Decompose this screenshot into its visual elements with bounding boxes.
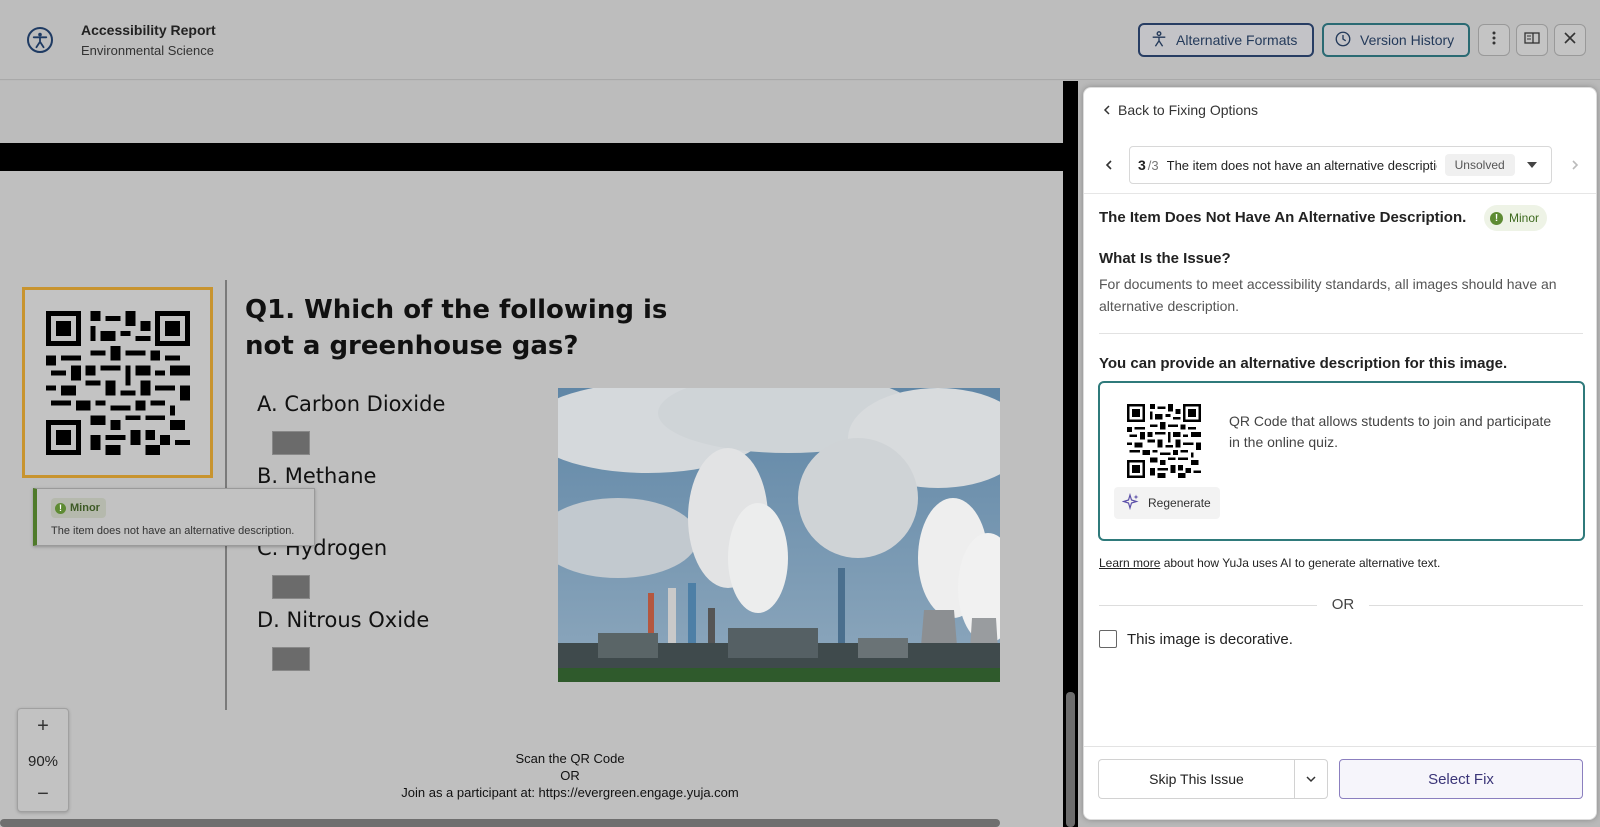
issue-current-number: 3 bbox=[1138, 157, 1146, 173]
footer-line-3: Join as a participant at: https://evergr… bbox=[401, 785, 739, 800]
issue-select[interactable]: 3 /3 The item does not have an alternati… bbox=[1129, 146, 1552, 184]
panel-toggle-button[interactable] bbox=[1516, 24, 1548, 56]
panel-footer: Skip This Issue Select Fix bbox=[1084, 746, 1596, 819]
issue-title: The Item Does Not Have An Alternative De… bbox=[1099, 209, 1467, 226]
app-header: Accessibility Report Environmental Scien… bbox=[0, 0, 1600, 80]
qr-code-image-highlighted[interactable] bbox=[22, 287, 213, 478]
select-fix-button[interactable]: Select Fix bbox=[1339, 759, 1583, 799]
report-title: Accessibility Report bbox=[81, 22, 216, 38]
severity-pill: ! Minor bbox=[1484, 205, 1548, 231]
panel-toggle-icon bbox=[1524, 30, 1540, 51]
or-label: OR bbox=[1331, 596, 1355, 613]
back-to-fixing-options[interactable]: Back to Fixing Options bbox=[1102, 102, 1258, 118]
answer-box-a[interactable] bbox=[272, 431, 310, 455]
zoom-level: 90% bbox=[27, 753, 59, 770]
issue-select-text: The item does not have an alternative de… bbox=[1166, 157, 1437, 173]
zoom-in-button[interactable]: + bbox=[18, 715, 68, 738]
skip-issue-button[interactable]: Skip This Issue bbox=[1098, 759, 1294, 799]
accessibility-icon bbox=[27, 27, 53, 53]
minor-severity-icon: ! bbox=[55, 502, 66, 514]
chevron-left-icon bbox=[1102, 102, 1112, 118]
provide-description-heading: You can provide an alternative descripti… bbox=[1099, 355, 1508, 372]
severity-label: Minor bbox=[70, 502, 100, 514]
qr-code-icon bbox=[45, 310, 190, 455]
question-text: Q1. Which of the following is not a gree… bbox=[245, 295, 668, 361]
version-history-icon bbox=[1334, 30, 1352, 51]
option-a: A. Carbon Dioxide bbox=[257, 392, 446, 416]
answer-box-c[interactable] bbox=[272, 575, 310, 599]
decorative-option[interactable]: This image is decorative. bbox=[1099, 630, 1293, 648]
divider bbox=[1099, 333, 1583, 334]
or-line-right bbox=[1369, 605, 1583, 606]
more-options-button[interactable] bbox=[1478, 24, 1510, 56]
skip-options-dropdown[interactable] bbox=[1294, 759, 1328, 799]
vertical-scrollbar[interactable] bbox=[1066, 692, 1075, 827]
more-icon bbox=[1486, 30, 1502, 51]
chevron-right-icon bbox=[1572, 160, 1579, 170]
what-is-issue-heading: What Is the Issue? bbox=[1099, 250, 1231, 267]
zoom-control: + 90% − bbox=[17, 708, 69, 812]
regenerate-label: Regenerate bbox=[1148, 496, 1211, 510]
close-button[interactable] bbox=[1554, 24, 1586, 56]
report-subtitle: Environmental Science bbox=[81, 43, 214, 58]
decorative-checkbox[interactable] bbox=[1099, 630, 1117, 648]
close-icon bbox=[1562, 30, 1578, 51]
option-b: B. Methane bbox=[257, 464, 377, 488]
learn-more-rest: about how YuJa uses AI to generate alter… bbox=[1160, 556, 1441, 570]
fix-panel: Back to Fixing Options 3 /3 The item doe… bbox=[1083, 87, 1597, 820]
back-label: Back to Fixing Options bbox=[1118, 102, 1259, 118]
issue-tooltip: ! Minor The item does not have an altern… bbox=[33, 488, 315, 546]
factory-smoke-photo[interactable] bbox=[558, 388, 1000, 682]
issue-total: /3 bbox=[1147, 157, 1159, 173]
chevron-down-icon bbox=[1526, 162, 1537, 168]
learn-more-link[interactable]: Learn more bbox=[1099, 556, 1160, 570]
issue-navigator: 3 /3 The item does not have an alternati… bbox=[1084, 146, 1596, 184]
regenerate-button[interactable]: Regenerate bbox=[1114, 487, 1220, 519]
footer-line-2: OR bbox=[560, 768, 580, 783]
sparkle-icon bbox=[1121, 492, 1140, 514]
alternative-formats-label: Alternative Formats bbox=[1176, 32, 1298, 48]
answer-box-d[interactable] bbox=[272, 647, 310, 671]
alt-text-editor[interactable]: Regenerate QR Code that allows students … bbox=[1098, 381, 1585, 541]
alt-text-value[interactable]: QR Code that allows students to join and… bbox=[1229, 411, 1559, 453]
divider bbox=[1084, 193, 1596, 194]
next-issue-button[interactable] bbox=[1560, 146, 1590, 184]
chevron-down-icon bbox=[1306, 776, 1316, 783]
minor-severity-icon: ! bbox=[1490, 211, 1503, 225]
issue-status-badge: Unsolved bbox=[1444, 154, 1515, 176]
severity-pill-label: Minor bbox=[1509, 211, 1540, 225]
chevron-left-icon bbox=[1105, 160, 1112, 170]
tooltip-message: The item does not have an alternative de… bbox=[51, 525, 295, 537]
learn-more-text: Learn more about how YuJa uses AI to gen… bbox=[1099, 556, 1440, 570]
page-separator bbox=[0, 143, 1063, 171]
decorative-label: This image is decorative. bbox=[1127, 630, 1293, 648]
previous-issue-button[interactable] bbox=[1094, 146, 1124, 184]
qr-code-icon bbox=[1127, 404, 1201, 478]
option-d: D. Nitrous Oxide bbox=[257, 608, 430, 632]
document-page-top bbox=[0, 81, 1063, 143]
alternative-formats-icon bbox=[1150, 30, 1168, 51]
zoom-out-button[interactable]: − bbox=[18, 783, 68, 806]
what-is-issue-body: For documents to meet accessibility stan… bbox=[1099, 276, 1557, 314]
or-line-left bbox=[1099, 605, 1317, 606]
footer-line-1: Scan the QR Code bbox=[515, 751, 625, 766]
horizontal-scrollbar[interactable] bbox=[0, 819, 1000, 827]
version-history-label: Version History bbox=[1360, 32, 1455, 48]
alternative-formats-button[interactable]: Alternative Formats bbox=[1138, 23, 1314, 57]
or-separator: OR bbox=[1099, 596, 1583, 616]
image-thumbnail bbox=[1122, 399, 1206, 483]
version-history-button[interactable]: Version History bbox=[1322, 23, 1470, 57]
severity-badge: ! Minor bbox=[51, 498, 106, 518]
